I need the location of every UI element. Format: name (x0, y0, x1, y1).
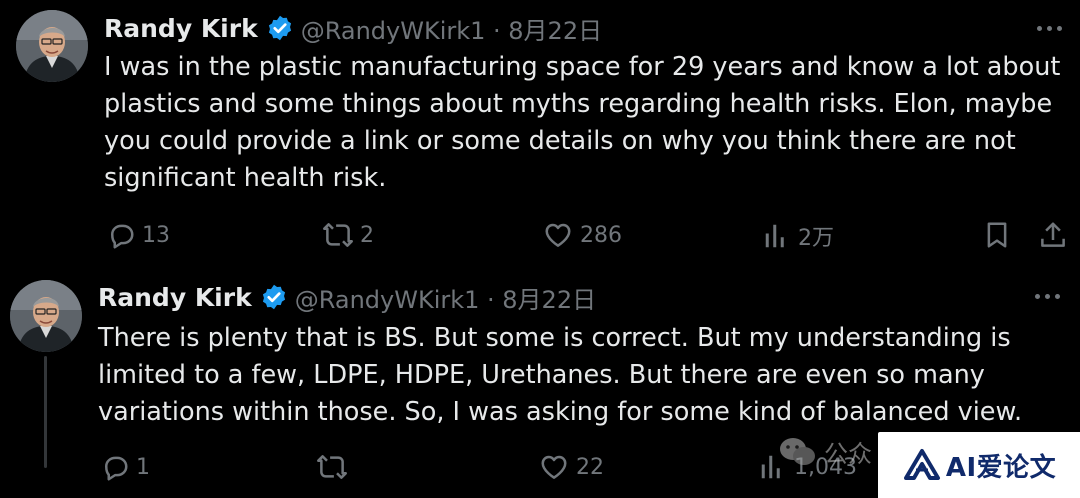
like-icon (542, 220, 574, 250)
avatar[interactable] (10, 280, 82, 352)
verified-icon[interactable] (260, 283, 288, 311)
tweet[interactable]: Randy Kirk @RandyWKirk1 · 8月22日 I was in… (0, 0, 1080, 270)
badge-logo-icon (903, 449, 940, 480)
views-button[interactable]: 2万 (762, 220, 834, 252)
wechat-watermark: 公众 (778, 434, 872, 469)
share-button[interactable] (1038, 220, 1068, 250)
wechat-icon (780, 437, 815, 465)
more-icon[interactable] (1035, 294, 1060, 299)
repost-icon (322, 220, 354, 250)
author-name[interactable]: Randy Kirk (98, 283, 252, 312)
like-button[interactable]: 22 (538, 452, 604, 482)
badge-text: AI爱论文 (945, 452, 1057, 483)
repost-icon (316, 452, 348, 482)
repost-button[interactable] (316, 452, 354, 482)
share-icon (1038, 220, 1068, 250)
tweet-text-line: I was in the plastic manufacturing space… (104, 52, 1061, 82)
reply-count: 13 (142, 222, 170, 248)
reply-button[interactable]: 1 (100, 452, 150, 482)
more-icon[interactable] (1037, 26, 1062, 31)
verified-icon[interactable] (266, 14, 294, 42)
handle-and-date[interactable]: @RandyWKirk1 · 8月22日 (301, 11, 602, 46)
tweet-header: Randy Kirk @RandyWKirk1 · 8月22日 (104, 10, 602, 46)
bookmark-button[interactable] (982, 220, 1012, 250)
tweet-text-line: you could provide a link or some details… (104, 126, 1016, 156)
view-count: 2万 (798, 226, 834, 251)
tweet-text-line: significant health risk. (104, 163, 387, 193)
avatar[interactable] (16, 10, 88, 82)
ai-paper-badge: AI爱论文 (878, 432, 1080, 498)
reply-icon (106, 220, 136, 250)
reply-count: 1 (136, 454, 150, 480)
action-bar: 13 2 286 2万 (0, 220, 1080, 260)
reply-icon (100, 452, 130, 482)
handle-and-date[interactable]: @RandyWKirk1 · 8月22日 (295, 280, 596, 315)
tweet-header: Randy Kirk @RandyWKirk1 · 8月22日 (98, 279, 596, 315)
author-name[interactable]: Randy Kirk (104, 14, 258, 43)
tweet-text: There is plenty that is BS. But some is … (98, 320, 1022, 431)
repost-count: 2 (360, 222, 374, 248)
tweet-text-line: variations within those. So, I was askin… (98, 397, 1023, 427)
like-button[interactable]: 286 (542, 220, 622, 250)
tweet-text-line: limited to a few, LDPE, HDPE, Urethanes.… (98, 360, 985, 390)
views-icon (762, 221, 792, 251)
reply-button[interactable]: 13 (106, 220, 170, 250)
repost-button[interactable]: 2 (322, 220, 374, 250)
like-count: 286 (580, 222, 622, 248)
tweet-text-line: plastics and some things about myths reg… (104, 89, 1053, 119)
tweet-text: I was in the plastic manufacturing space… (104, 49, 1060, 197)
tweet-text-line: There is plenty that is BS. But some is … (98, 323, 1011, 353)
like-count: 22 (576, 454, 604, 480)
wechat-watermark-text: 公众 (824, 440, 872, 468)
bookmark-icon (982, 220, 1012, 250)
like-icon (538, 452, 570, 482)
